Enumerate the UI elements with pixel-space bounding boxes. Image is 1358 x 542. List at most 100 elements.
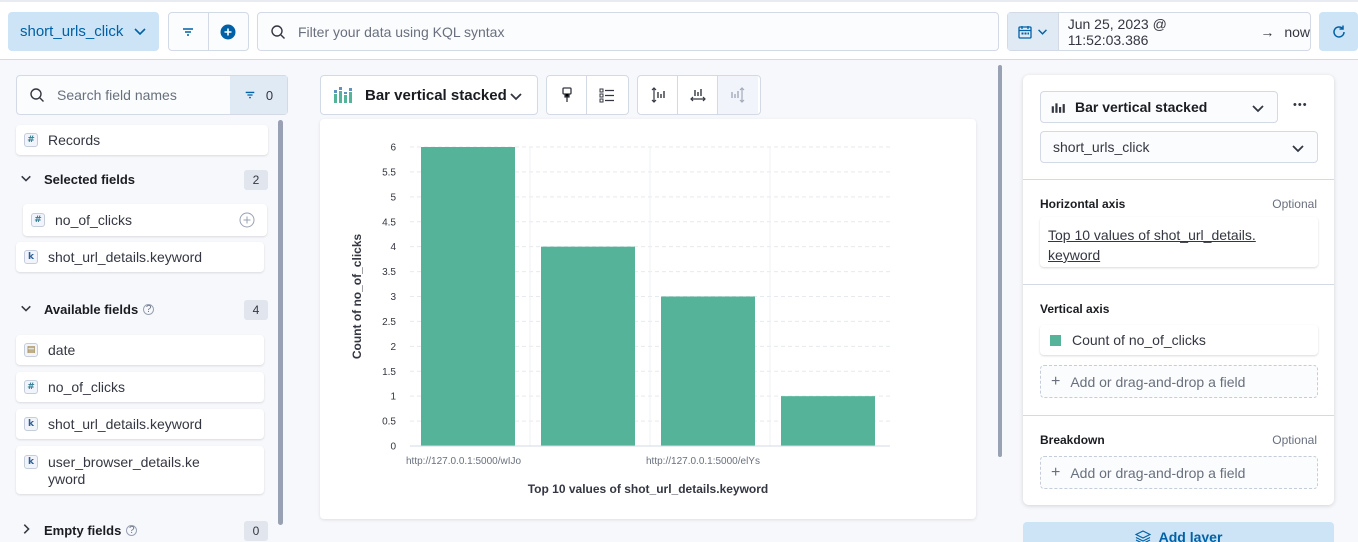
appearance-button[interactable] (547, 76, 587, 114)
filter-menu-button[interactable] (169, 13, 209, 50)
number-type-icon: # (31, 213, 45, 227)
calendar-icon (1018, 25, 1033, 39)
field-name: shot_url_details.keyword (48, 249, 203, 265)
list-icon (599, 88, 614, 103)
x-tick-label: http://127.0.0.1:5000/wIJo (406, 456, 522, 467)
quick-menu-button[interactable] (1008, 13, 1059, 50)
field-type-filter-button[interactable]: 0 (230, 76, 287, 114)
selected-field-item[interactable]: # no_of_clicks (23, 204, 267, 236)
brush-icon (561, 87, 572, 102)
y-tick-label: 5.5 (382, 167, 396, 178)
layers-icon (1134, 530, 1151, 542)
available-field-item[interactable]: # no_of_clicks (16, 372, 264, 402)
search-icon (271, 24, 285, 39)
refresh-button[interactable] (1319, 12, 1358, 51)
vertical-axis-label: Vertical axis (1040, 302, 1110, 316)
date-arrow: → (1260, 23, 1275, 40)
selected-fields-toggle[interactable]: Selected fields 2 (20, 170, 268, 190)
y-tick-label: 4.5 (382, 217, 396, 228)
chevron-down-icon (134, 28, 146, 36)
chevron-down-icon (1292, 145, 1304, 153)
number-type-icon: # (24, 133, 38, 147)
axis-right-icon (731, 87, 745, 103)
bar (421, 147, 515, 446)
breakdown-add-field[interactable]: + Add or drag-and-drop a field (1040, 456, 1318, 489)
y-tick-label: 1.5 (382, 367, 396, 378)
keyword-type-icon: k (24, 455, 38, 469)
field-name: no_of_clicks (48, 379, 126, 395)
layer-data-view-selector[interactable]: short_urls_click (1040, 131, 1318, 163)
y-tick-label: 3.5 (382, 267, 396, 278)
available-field-item[interactable]: ▤ date (16, 335, 264, 365)
right-axis-button[interactable] (718, 76, 758, 114)
add-filter-button[interactable] (209, 13, 249, 50)
divider (1023, 415, 1334, 416)
data-view-label: short_urls_click (20, 23, 124, 40)
filter-button-group (168, 12, 249, 51)
plus-icon: + (1051, 463, 1061, 481)
workspace-scrollbar[interactable] (998, 65, 1002, 457)
records-label: Records (48, 132, 101, 148)
bar (781, 396, 875, 446)
legend-button[interactable] (587, 76, 627, 114)
bar (541, 246, 635, 446)
layer-chart-type-label: Bar vertical stacked (1075, 99, 1208, 115)
add-field-label: Add or drag-and-drop a field (1070, 464, 1246, 481)
records-field[interactable]: # Records (16, 125, 268, 155)
y-tick-label: 0.5 (382, 417, 396, 428)
available-field-item[interactable]: k shot_url_details.keyword (16, 409, 264, 439)
calendar-type-icon: ▤ (24, 343, 38, 357)
vertical-axis-dimension[interactable]: Count of no_of_clicks (1040, 325, 1318, 355)
available-fields-toggle[interactable]: Available fields ? 4 (20, 300, 268, 320)
y-tick-label: 0 (390, 442, 396, 453)
add-layer-button[interactable]: Add layer (1023, 522, 1334, 542)
plus-circle-icon (220, 24, 236, 39)
bar-chart-icon (1051, 103, 1065, 113)
help-icon[interactable]: ? (126, 525, 138, 536)
available-field-item[interactable]: k user_browser_details.ke yword (16, 446, 264, 494)
selected-field-item[interactable]: k shot_url_details.keyword (16, 242, 264, 272)
filter-icon (183, 27, 194, 36)
selected-fields-title: Selected fields (44, 172, 136, 187)
horizontal-axis-dimension[interactable]: Top 10 values of shot_url_details. keywo… (1040, 217, 1318, 267)
horizontal-axis-value-line2: keyword (1048, 247, 1101, 263)
field-search-placeholder: Search field names (57, 87, 177, 103)
date-end[interactable]: now (1284, 24, 1310, 40)
data-view-button[interactable]: short_urls_click (8, 12, 159, 51)
more-actions-icon[interactable]: ••• (1293, 99, 1308, 111)
bottom-axis-button[interactable] (678, 76, 718, 114)
left-axis-button[interactable] (638, 76, 678, 114)
chart-type-selector[interactable]: Bar vertical stacked (320, 75, 538, 115)
layer-chart-type-selector[interactable]: Bar vertical stacked (1040, 91, 1278, 123)
empty-fields-count: 0 (244, 521, 268, 541)
keyword-type-icon: k (24, 250, 38, 264)
field-search-input[interactable]: Search field names 0 (16, 75, 288, 115)
chevron-down-icon (1038, 29, 1048, 35)
chart-type-label: Bar vertical stacked (365, 86, 507, 104)
field-name-line1: user_browser_details.ke (48, 454, 200, 470)
filter-icon (245, 91, 255, 99)
date-picker: Jun 25, 2023 @ 11:52:03.386 → now (1007, 12, 1311, 51)
x-tick-label: http://127.0.0.1:5000/elYs (646, 456, 760, 467)
plus-circle-icon[interactable] (239, 212, 255, 228)
empty-fields-title: Empty fields (44, 523, 122, 538)
horizontal-axis-value-line1: Top 10 values of shot_url_details. (1048, 227, 1256, 243)
help-icon[interactable]: ? (143, 304, 155, 315)
empty-fields-toggle[interactable]: Empty fields ? 0 (20, 521, 268, 541)
date-start[interactable]: Jun 25, 2023 @ 11:52:03.386 (1068, 16, 1251, 48)
chevron-down-icon (20, 302, 36, 317)
vertical-axis-add-field[interactable]: + Add or drag-and-drop a field (1040, 365, 1318, 398)
style-toolbar-group (546, 75, 629, 115)
y-tick-label: 1 (390, 392, 396, 403)
chevron-right-icon (20, 523, 36, 538)
y-tick-label: 6 (390, 143, 396, 154)
config-panel: Bar vertical stacked ••• short_urls_clic… (1023, 75, 1334, 505)
color-swatch[interactable] (1050, 334, 1061, 346)
kql-search-input[interactable]: Filter your data using KQL syntax (257, 12, 999, 51)
search-icon (30, 88, 44, 102)
field-list-scrollbar[interactable] (278, 120, 283, 525)
breakdown-optional: Optional (1272, 433, 1317, 447)
x-axis-title: Top 10 values of shot_url_details.keywor… (528, 482, 769, 496)
axis-toolbar-group (637, 75, 761, 115)
y-tick-label: 2 (390, 342, 396, 353)
